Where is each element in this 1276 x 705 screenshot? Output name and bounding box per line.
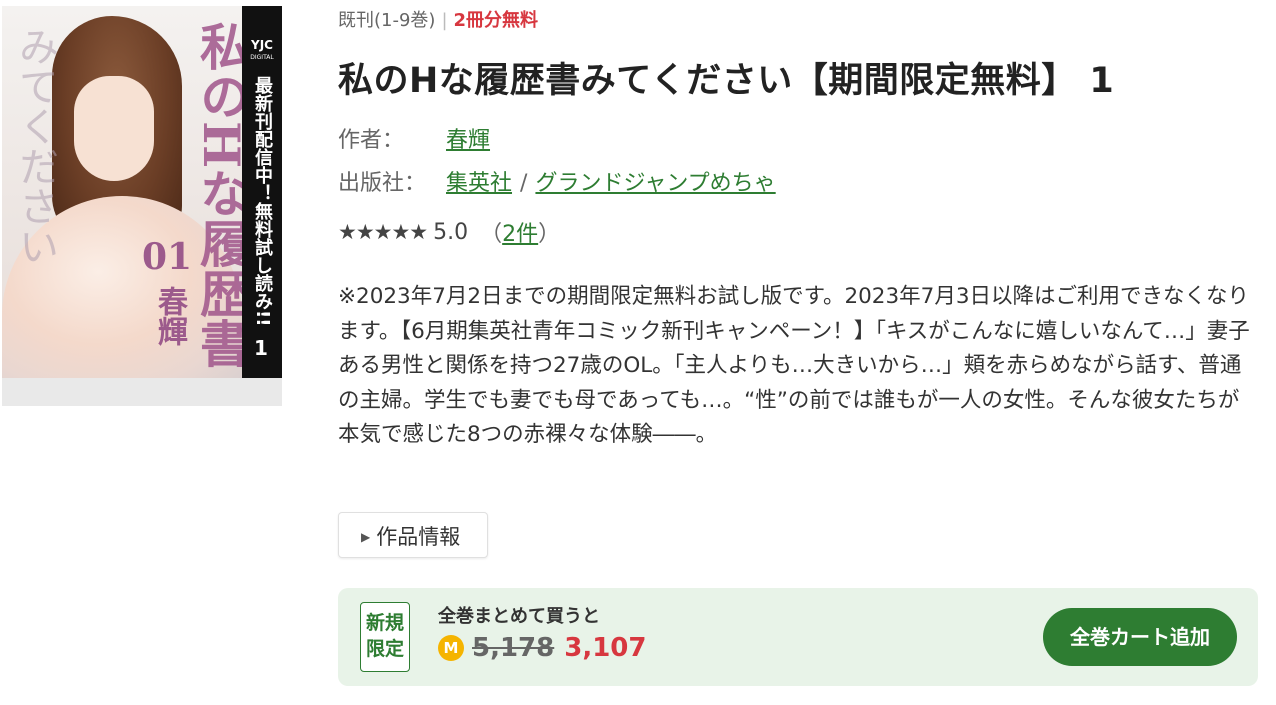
bundle-price: M 5,178 3,107	[438, 633, 647, 663]
book-cover[interactable]: みてください 私のHな履歴書 01 春輝 YJC DIGITAL 最新刊配信中！…	[2, 6, 282, 406]
work-info-label: 作品情報	[376, 525, 461, 549]
review-count-link[interactable]: 2件	[502, 216, 538, 248]
bundle-offer: 新規 限定 全巻まとめて買うと M 5,178 3,107 全巻カート追加	[338, 588, 1258, 686]
publisher-label: 出版社：	[338, 171, 427, 196]
author-link[interactable]: 春輝	[446, 128, 490, 153]
caret-right-icon: ▶	[361, 530, 371, 544]
cover-title-small: みてください	[12, 26, 58, 266]
rating-score: 5.0	[433, 219, 469, 245]
add-all-to-cart-button[interactable]: 全巻カート追加	[1043, 608, 1237, 666]
star-rating-icon: ★★★★★	[338, 220, 428, 244]
cover-band-volume: 1	[254, 336, 268, 360]
new-limited-badge: 新規 限定	[360, 602, 410, 672]
availability-line: 既刊(1-9巻) | 2冊分無料	[338, 10, 539, 31]
bundle-caption: 全巻まとめて買うと	[438, 606, 600, 627]
publisher-separator: /	[520, 171, 528, 196]
author-row: 作者： 春輝	[338, 122, 490, 154]
work-info-button[interactable]: ▶ 作品情報	[338, 512, 488, 558]
cover-band: YJC DIGITAL 最新刊配信中！無料試し読み!! 1	[242, 6, 282, 378]
page-title: 私のHな履歴書みてください【期間限定無料】 1	[338, 61, 1115, 101]
cover-author: 春輝	[152, 286, 187, 346]
rating: ★★★★★ 5.0 （2件）	[338, 216, 560, 248]
cover-brand: YJC	[251, 38, 273, 52]
free-notice: 2冊分無料	[453, 10, 539, 31]
coin-icon: M	[438, 635, 464, 661]
discount-price: 3,107	[564, 633, 647, 663]
series-range: 既刊(1-9巻)	[338, 10, 436, 31]
description: ※2023年7月2日までの期間限定無料お試し版です。2023年7月3日以降はご利…	[338, 284, 1250, 447]
publisher-link[interactable]: 集英社	[446, 171, 512, 196]
original-price: 5,178	[472, 633, 555, 663]
publisher-row: 出版社： 集英社 / グランドジャンプめちゃ	[338, 165, 776, 197]
cover-brand-sub: DIGITAL	[250, 54, 274, 61]
author-label: 作者：	[338, 128, 405, 153]
label-link[interactable]: グランドジャンプめちゃ	[535, 171, 775, 196]
cover-band-text: 最新刊配信中！無料試し読み!!	[252, 76, 273, 327]
cover-volume: 01	[142, 236, 193, 278]
cover-illustration: みてください 私のHな履歴書 01 春輝	[2, 6, 242, 378]
